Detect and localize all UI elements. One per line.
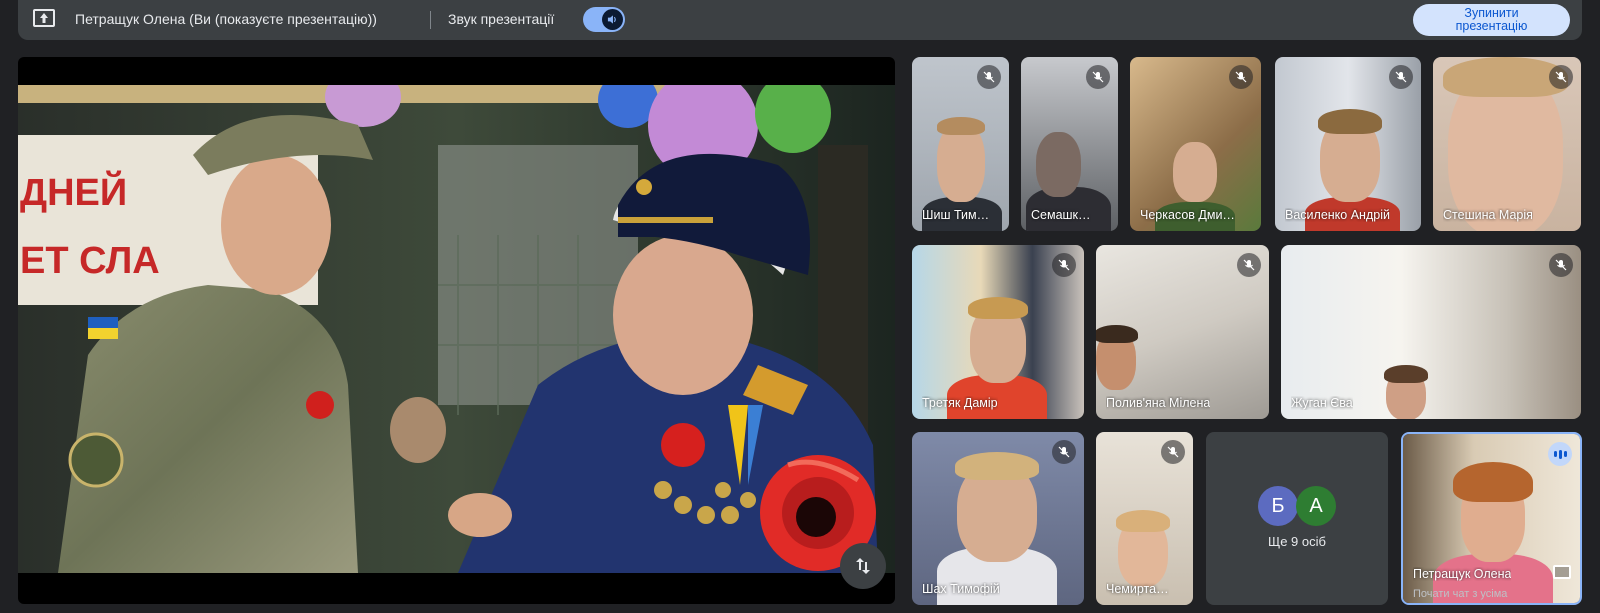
more-participants-tile[interactable]: Б А Ще 9 осіб bbox=[1206, 432, 1388, 605]
participant-hair bbox=[1318, 109, 1382, 134]
participant-face bbox=[1173, 142, 1217, 202]
participant-avatar: А bbox=[1296, 486, 1336, 526]
banner-text-top: ДНЕЙ bbox=[20, 169, 127, 214]
participant-tile[interactable]: Жуган Єва bbox=[1281, 245, 1581, 419]
participant-name: Василенко Андрій bbox=[1285, 208, 1390, 222]
swap-arrows-icon bbox=[856, 558, 870, 574]
participant-name: Шиш Тим… bbox=[922, 208, 990, 222]
participant-name: Полив'яна Мілена bbox=[1106, 396, 1211, 410]
mic-off-icon bbox=[1052, 253, 1076, 277]
present-screen-icon bbox=[33, 9, 55, 27]
presentation-sound-toggle[interactable] bbox=[583, 7, 625, 32]
picture-in-picture-icon[interactable] bbox=[1553, 565, 1571, 579]
participant-tile[interactable]: Стешина Марія bbox=[1433, 57, 1581, 231]
participant-tile[interactable]: Чемирта… bbox=[1096, 432, 1193, 605]
mic-off-icon bbox=[1229, 65, 1253, 89]
mic-off-icon bbox=[977, 65, 1001, 89]
participant-hair bbox=[1116, 510, 1170, 532]
speaking-indicator-icon bbox=[1548, 442, 1572, 466]
participant-video bbox=[1281, 245, 1581, 419]
presentation-view: ДНЕЙ ЕТ СЛА bbox=[18, 57, 895, 604]
participant-name: Стешина Марія bbox=[1443, 208, 1533, 222]
participant-name: Черкасов Дми… bbox=[1140, 208, 1235, 222]
participant-tile[interactable]: Третяк Дамір bbox=[912, 245, 1084, 419]
participant-tile[interactable]: Шах Тимофій bbox=[912, 432, 1084, 605]
mic-off-icon bbox=[1237, 253, 1261, 277]
avatar-letter: Б bbox=[1271, 494, 1285, 517]
mic-off-icon bbox=[1052, 440, 1076, 464]
banner-text-bottom: ЕТ СЛА bbox=[20, 240, 160, 282]
participant-name: Шах Тимофій bbox=[922, 582, 1000, 596]
participant-avatar: Б bbox=[1258, 486, 1298, 526]
mic-off-icon bbox=[1389, 65, 1413, 89]
participant-tile[interactable]: Василенко Андрій bbox=[1275, 57, 1421, 231]
participant-tile[interactable]: Черкасов Дми… bbox=[1130, 57, 1261, 231]
mic-off-icon bbox=[1086, 65, 1110, 89]
swap-layout-button[interactable] bbox=[840, 543, 886, 589]
volume-icon bbox=[602, 9, 623, 30]
participant-hair bbox=[1453, 462, 1533, 502]
participant-tile[interactable]: Полив'яна Мілена bbox=[1096, 245, 1269, 419]
participant-tile[interactable]: Шиш Тим… bbox=[912, 57, 1009, 231]
presenter-label: Петращук Олена (Ви (показуєте презентаці… bbox=[75, 11, 377, 27]
participant-hair bbox=[955, 452, 1039, 480]
participant-name: Семашк… bbox=[1031, 208, 1091, 222]
participant-name: Третяк Дамір bbox=[922, 396, 998, 410]
presenting-bar: Петращук Олена (Ви (показуєте презентаці… bbox=[18, 0, 1582, 40]
mic-off-icon bbox=[1549, 253, 1573, 277]
self-tile[interactable]: Петращук Олена Почати чат з усіма bbox=[1401, 432, 1582, 605]
divider bbox=[430, 11, 431, 29]
more-participants-label: Ще 9 осіб bbox=[1268, 534, 1326, 549]
mic-off-icon bbox=[1549, 65, 1573, 89]
chat-hint: Почати чат з усіма bbox=[1413, 588, 1508, 600]
participant-name: Жуган Єва bbox=[1291, 396, 1353, 410]
participant-hair bbox=[1096, 325, 1138, 343]
participant-hair bbox=[937, 117, 985, 135]
participant-hair bbox=[968, 297, 1028, 319]
self-name: Петращук Олена bbox=[1413, 567, 1512, 581]
presentation-slide-image: ДНЕЙ ЕТ СЛА bbox=[18, 85, 895, 573]
mic-off-icon bbox=[1161, 440, 1185, 464]
avatar-letter: А bbox=[1309, 494, 1323, 517]
participant-name: Чемирта… bbox=[1106, 582, 1169, 596]
presentation-sound-label: Звук презентації bbox=[448, 11, 555, 27]
stop-presenting-button[interactable]: Зупинити презентацію bbox=[1413, 4, 1570, 36]
participant-face bbox=[1036, 132, 1081, 197]
participant-hair bbox=[1384, 365, 1428, 383]
participant-tile[interactable]: Семашк… bbox=[1021, 57, 1118, 231]
